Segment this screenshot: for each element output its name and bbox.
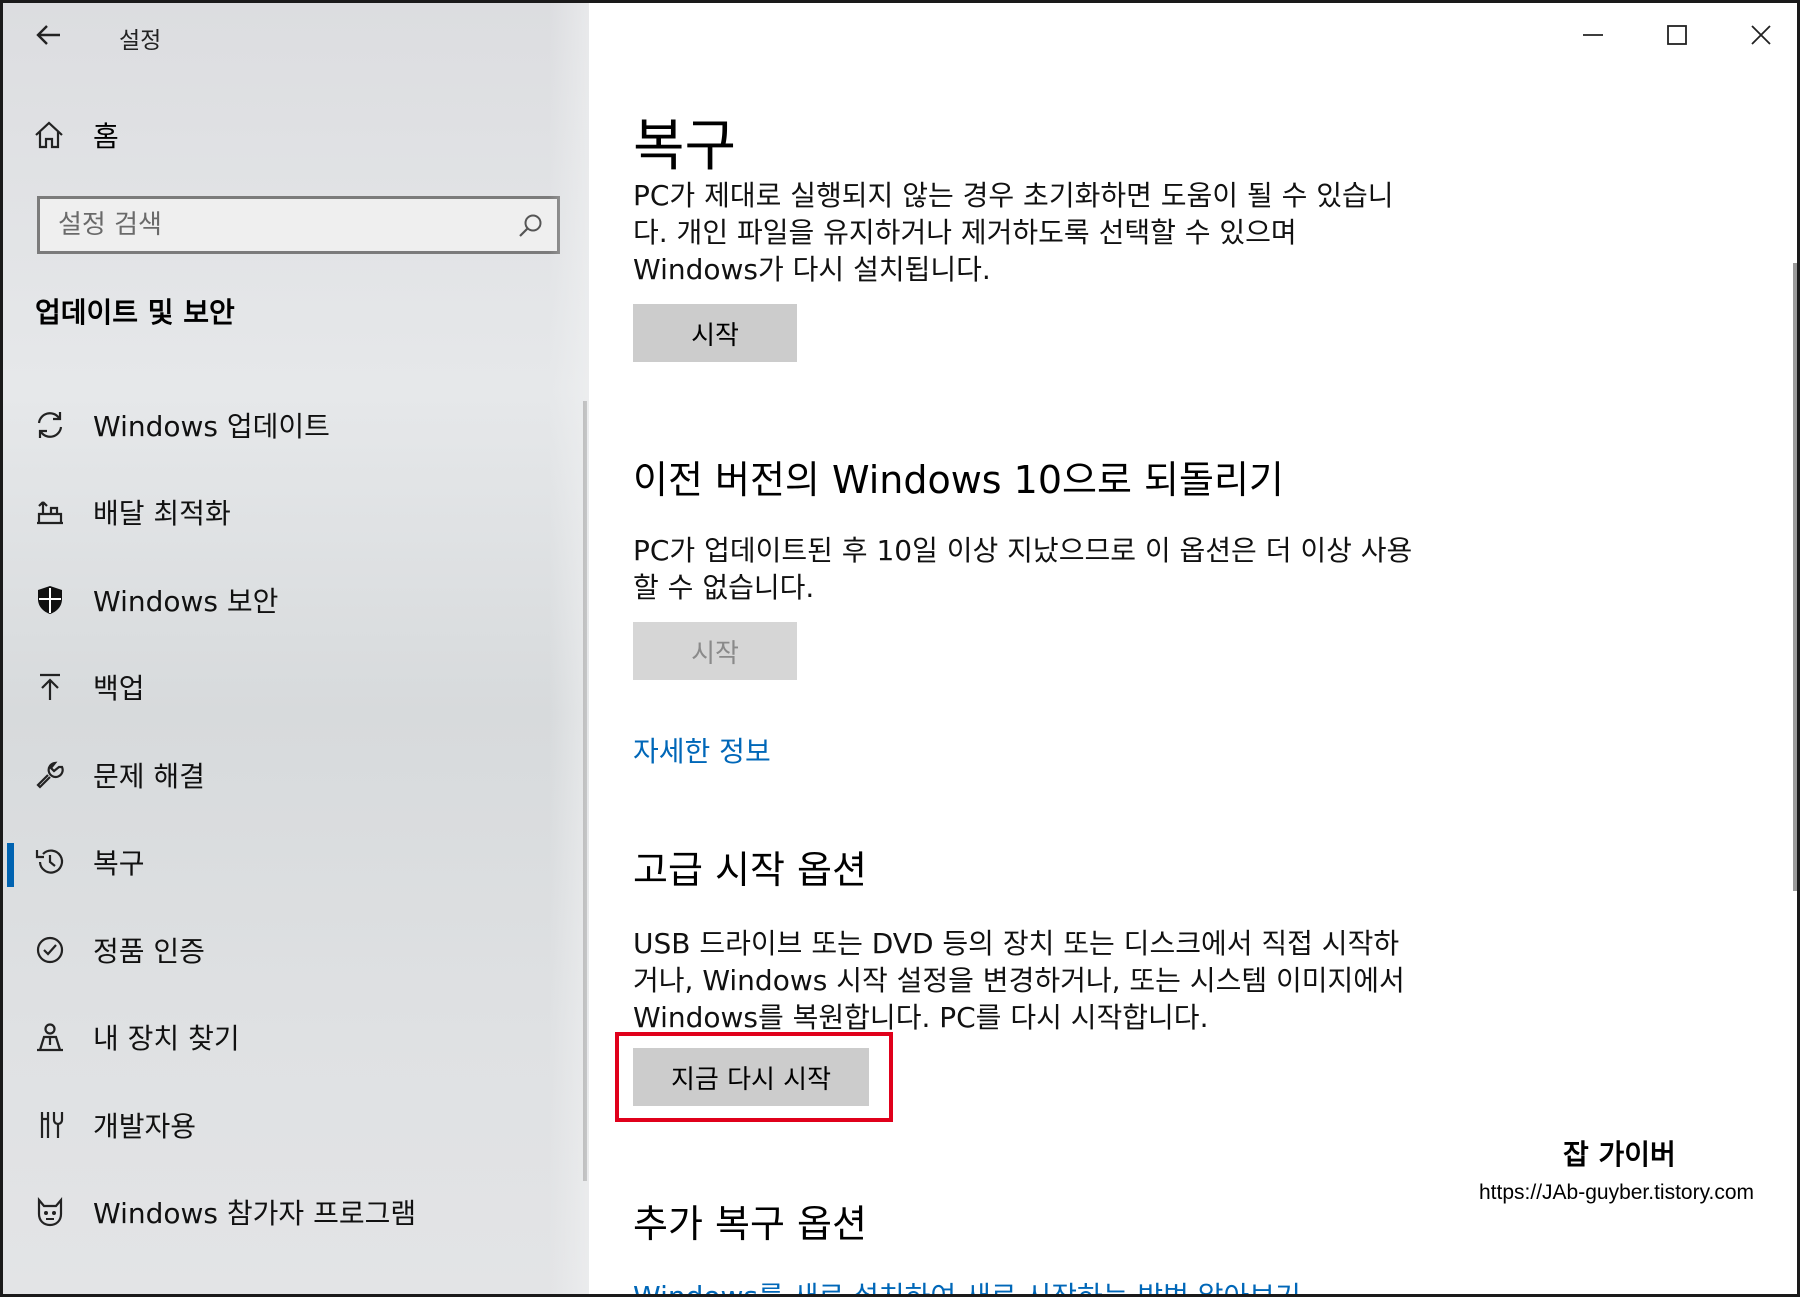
- home-label: 홈: [93, 120, 119, 153]
- settings-window: 설정 홈 업데이트 및 보안 Windows 업데이트: [0, 0, 1800, 1297]
- checkmark-circle-icon: [33, 933, 67, 967]
- sidebar-item-backup[interactable]: 백업: [3, 644, 589, 732]
- advanced-startup-heading: 고급 시작 옵션: [633, 848, 867, 892]
- sidebar-item-label: 백업: [93, 672, 145, 706]
- text-line: USB 드라이브 또는 DVD 등의 장치 또는 디스크에서 직접 시작하: [633, 927, 1400, 960]
- text-line: PC가 제대로 실행되지 않는 경우 초기화하면 도움이 될 수 있습니: [633, 179, 1394, 212]
- sidebar-item-label: 내 장치 찾기: [93, 1022, 240, 1056]
- sidebar-item-label: 정품 인증: [93, 934, 205, 968]
- text-line: PC가 업데이트된 후 10일 이상 지났으므로 이 옵션은 더 이상 사용: [633, 534, 1413, 567]
- reset-start-button[interactable]: 시작: [633, 304, 797, 362]
- minimize-button[interactable]: [1551, 3, 1635, 67]
- shield-icon: [33, 583, 67, 617]
- fresh-start-link[interactable]: Windows를 새로 설치하여 새로 시작하는 방법 알아보기: [633, 1275, 1301, 1294]
- sidebar-item-label: Windows 업데이트: [93, 409, 330, 443]
- back-button[interactable]: [25, 13, 73, 57]
- history-icon: [33, 845, 67, 879]
- home-nav-item[interactable]: 홈: [33, 115, 119, 155]
- minimize-icon: [1583, 34, 1603, 36]
- sync-icon: [33, 408, 67, 442]
- person-locate-icon: [33, 1020, 67, 1054]
- wrench-icon: [33, 758, 67, 792]
- close-button[interactable]: [1719, 3, 1797, 67]
- text-line: 다. 개인 파일을 유지하거나 제거하도록 선택할 수 있으며: [633, 216, 1297, 249]
- search-input[interactable]: [40, 199, 557, 251]
- reset-description: PC가 제대로 실행되지 않는 경우 초기화하면 도움이 될 수 있습니 다. …: [633, 177, 1463, 288]
- sidebar: 설정 홈 업데이트 및 보안 Windows 업데이트: [3, 3, 589, 1294]
- sidebar-scrollbar[interactable]: [583, 401, 587, 1181]
- text-line: 할 수 없습니다.: [633, 571, 815, 604]
- sidebar-item-windows-security[interactable]: Windows 보안: [3, 556, 589, 644]
- sidebar-item-activation[interactable]: 정품 인증: [3, 906, 589, 994]
- watermark-url: https://JAb-guyber.tistory.com: [1479, 1181, 1755, 1204]
- sidebar-item-label: 문제 해결: [93, 759, 205, 793]
- watermark-name: 잡 가이버: [1563, 1138, 1676, 1171]
- advanced-startup-description: USB 드라이브 또는 DVD 등의 장치 또는 디스크에서 직접 시작하 거나…: [633, 925, 1463, 1036]
- sidebar-nav: Windows 업데이트 배달 최적화 Windows 보안 백업 문제 해결 …: [3, 381, 589, 1256]
- page-title: 복구: [633, 114, 737, 179]
- maximize-icon: [1667, 25, 1687, 45]
- developer-tools-icon: [33, 1108, 67, 1142]
- sidebar-item-find-my-device[interactable]: 내 장치 찾기: [3, 994, 589, 1082]
- insider-cat-icon: [33, 1195, 67, 1229]
- sidebar-item-label: 배달 최적화: [93, 497, 231, 531]
- text-line: Windows를 복원합니다. PC를 다시 시작합니다.: [633, 1001, 1209, 1034]
- maximize-button[interactable]: [1635, 3, 1719, 67]
- main-scrollbar[interactable]: [1793, 263, 1797, 891]
- sidebar-item-label: 복구: [93, 847, 145, 881]
- sidebar-item-windows-update[interactable]: Windows 업데이트: [3, 381, 589, 469]
- restart-highlight-box: [615, 1032, 893, 1122]
- sidebar-item-for-developers[interactable]: 개발자용: [3, 1081, 589, 1169]
- go-back-heading: 이전 버전의 Windows 10으로 되돌리기: [633, 458, 1284, 502]
- sidebar-item-windows-insider[interactable]: Windows 참가자 프로그램: [3, 1169, 589, 1257]
- sidebar-item-troubleshoot[interactable]: 문제 해결: [3, 731, 589, 819]
- search-box[interactable]: [37, 196, 560, 254]
- sidebar-item-label: Windows 보안: [93, 584, 279, 618]
- more-info-link[interactable]: 자세한 정보: [633, 730, 771, 770]
- back-arrow-icon: [36, 25, 60, 45]
- home-icon: [35, 121, 63, 149]
- go-back-start-button[interactable]: 시작: [633, 622, 797, 680]
- search-icon[interactable]: [517, 213, 543, 239]
- backup-arrow-icon: [33, 670, 67, 704]
- sidebar-item-label: Windows 참가자 프로그램: [93, 1197, 417, 1231]
- sidebar-item-label: 개발자용: [93, 1109, 197, 1143]
- close-icon: [1751, 25, 1771, 45]
- sidebar-item-recovery[interactable]: 복구: [3, 819, 589, 907]
- section-heading: 업데이트 및 보안: [35, 296, 235, 329]
- window-controls: [1551, 3, 1797, 67]
- delivery-icon: [33, 495, 67, 529]
- text-line: 거나, Windows 시작 설정을 변경하거나, 또는 시스템 이미지에서: [633, 964, 1405, 997]
- more-recovery-heading: 추가 복구 옵션: [633, 1202, 867, 1246]
- app-title: 설정: [119, 28, 162, 54]
- text-line: Windows가 다시 설치됩니다.: [633, 253, 991, 286]
- title-bar: 설정: [3, 3, 589, 67]
- sidebar-item-delivery-optimization[interactable]: 배달 최적화: [3, 469, 589, 557]
- go-back-description: PC가 업데이트된 후 10일 이상 지났으므로 이 옵션은 더 이상 사용 할…: [633, 532, 1463, 606]
